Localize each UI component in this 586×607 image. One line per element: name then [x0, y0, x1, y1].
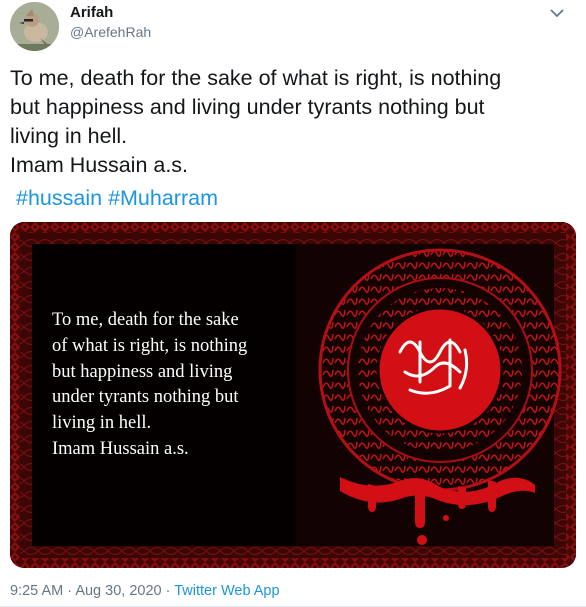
tweet-source[interactable]: Twitter Web App [174, 583, 279, 599]
tweet-footer: 9:25 AM · Aug 30, 2020 · Twitter Web App [10, 583, 280, 599]
tweet-header: Arifah @ArefehRah [10, 0, 576, 52]
user-handle[interactable]: @ArefehRah [70, 24, 151, 40]
hashtag-link[interactable]: #Muharram [108, 186, 218, 210]
tweet-image[interactable]: To me, death for the sake of what is rig… [10, 222, 576, 568]
bird-avatar-icon [10, 2, 59, 51]
tweet-date[interactable]: Aug 30, 2020 [75, 583, 161, 599]
tweet-text: To me, death for the sake of what is rig… [10, 66, 502, 177]
artwork-quote: To me, death for the sake of what is rig… [52, 310, 248, 459]
display-name[interactable]: Arifah [70, 4, 113, 21]
hashtag-link[interactable]: #hussain [16, 186, 102, 210]
footer-separator: · [165, 583, 171, 599]
chevron-down-icon[interactable] [546, 2, 568, 24]
tweet-time[interactable]: 9:25 AM [10, 583, 63, 599]
footer-separator: · [67, 583, 73, 599]
hashtags: #hussain #Muharram [16, 184, 218, 213]
avatar[interactable] [10, 2, 59, 51]
